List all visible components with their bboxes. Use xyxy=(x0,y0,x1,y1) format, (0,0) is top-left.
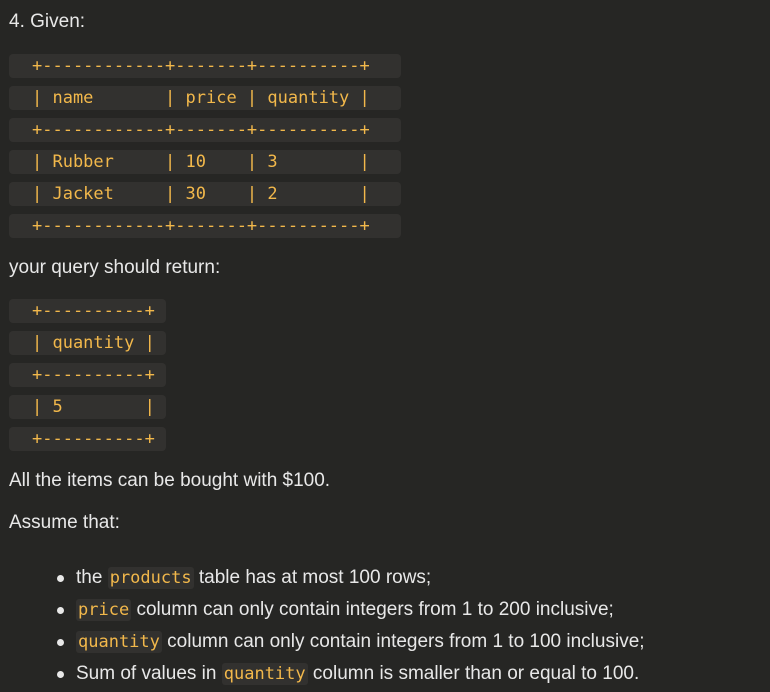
inline-code: quantity xyxy=(221,663,308,685)
inline-code: price xyxy=(76,599,132,621)
bullet-icon xyxy=(57,639,64,646)
bullet-text-post: table has at most 100 rows; xyxy=(193,567,432,588)
section-heading: 4. Given: xyxy=(9,11,86,32)
result-table-border-top: +----------+ xyxy=(9,299,166,323)
bullet-icon xyxy=(57,671,64,678)
bullet-text-post: column can only contain integers from 1 … xyxy=(131,599,614,620)
result-table-header: | quantity | xyxy=(9,331,166,355)
assume-heading: Assume that: xyxy=(9,512,120,533)
list-item: quantity column can only contain integer… xyxy=(54,626,645,658)
note-text: All the items can be bought with $100. xyxy=(9,470,331,491)
given-table-row-jacket: | Jacket | 30 | 2 | xyxy=(9,182,401,206)
given-table-header: | name | price | quantity | xyxy=(9,86,401,110)
list-item: Sum of values in quantity column is smal… xyxy=(54,658,645,690)
bullet-icon xyxy=(57,575,64,582)
given-table-border-top: +------------+-------+----------+ xyxy=(9,54,401,78)
bullet-text-pre: Sum of values in xyxy=(76,663,222,684)
given-table-row-rubber: | Rubber | 10 | 3 | xyxy=(9,150,401,174)
bullet-icon xyxy=(57,607,64,614)
inline-code: quantity xyxy=(76,631,162,653)
result-table-row: | 5 | xyxy=(9,395,166,419)
given-table-border-bottom: +------------+-------+----------+ xyxy=(9,214,401,238)
result-table-border-mid: +----------+ xyxy=(9,363,166,387)
bullet-text-post: column is smaller than or equal to 100. xyxy=(307,663,640,684)
list-item: the products table has at most 100 rows; xyxy=(54,562,645,594)
query-intro-text: your query should return: xyxy=(9,257,221,278)
result-table-border-bottom: +----------+ xyxy=(9,427,166,451)
list-item: price column can only contain integers f… xyxy=(54,594,645,626)
assumption-list: the products table has at most 100 rows;… xyxy=(54,562,645,690)
inline-code: products xyxy=(107,567,194,589)
given-table-border-mid: +------------+-------+----------+ xyxy=(9,118,401,142)
bullet-text-pre: the xyxy=(76,567,108,588)
bullet-text-post: column can only contain integers from 1 … xyxy=(161,631,645,652)
